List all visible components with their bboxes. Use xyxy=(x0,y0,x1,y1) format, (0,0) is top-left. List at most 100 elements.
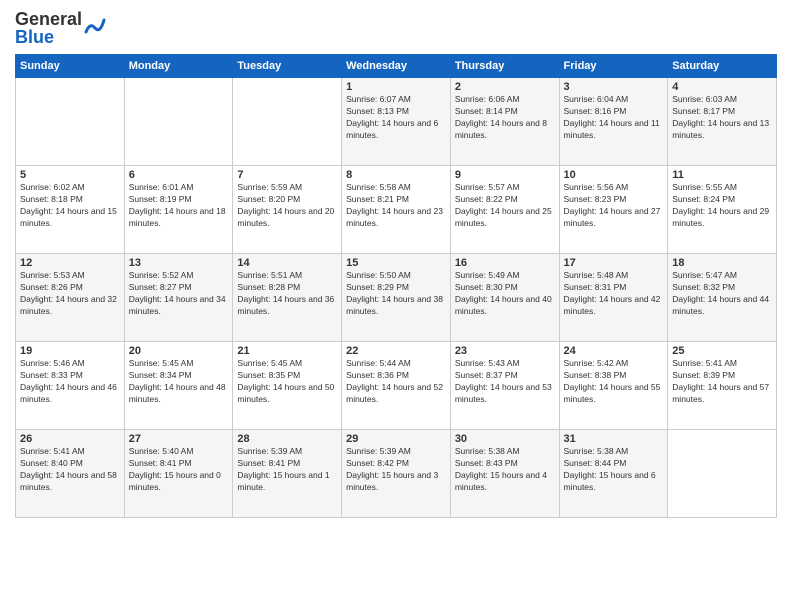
day-number: 20 xyxy=(129,345,229,357)
calendar-cell: 7Sunrise: 5:59 AMSunset: 8:20 PMDaylight… xyxy=(233,166,342,254)
calendar-cell xyxy=(124,78,233,166)
calendar-cell xyxy=(668,430,777,518)
calendar-cell: 4Sunrise: 6:03 AMSunset: 8:17 PMDaylight… xyxy=(668,78,777,166)
calendar-cell: 21Sunrise: 5:45 AMSunset: 8:35 PMDayligh… xyxy=(233,342,342,430)
day-info: Sunrise: 6:06 AMSunset: 8:14 PMDaylight:… xyxy=(455,94,555,142)
day-info: Sunrise: 5:38 AMSunset: 8:44 PMDaylight:… xyxy=(564,446,664,494)
calendar-cell: 3Sunrise: 6:04 AMSunset: 8:16 PMDaylight… xyxy=(559,78,668,166)
calendar-cell xyxy=(16,78,125,166)
calendar-cell: 11Sunrise: 5:55 AMSunset: 8:24 PMDayligh… xyxy=(668,166,777,254)
calendar-week-4: 19Sunrise: 5:46 AMSunset: 8:33 PMDayligh… xyxy=(16,342,777,430)
day-number: 4 xyxy=(672,81,772,93)
day-info: Sunrise: 6:01 AMSunset: 8:19 PMDaylight:… xyxy=(129,182,229,230)
logo-text: General Blue xyxy=(15,10,82,46)
day-number: 12 xyxy=(20,257,120,269)
weekday-header-thursday: Thursday xyxy=(450,55,559,78)
weekday-header-monday: Monday xyxy=(124,55,233,78)
day-number: 3 xyxy=(564,81,664,93)
calendar-cell: 19Sunrise: 5:46 AMSunset: 8:33 PMDayligh… xyxy=(16,342,125,430)
day-number: 9 xyxy=(455,169,555,181)
calendar-week-3: 12Sunrise: 5:53 AMSunset: 8:26 PMDayligh… xyxy=(16,254,777,342)
page-header: General Blue xyxy=(15,10,777,46)
day-info: Sunrise: 6:04 AMSunset: 8:16 PMDaylight:… xyxy=(564,94,664,142)
calendar-cell: 17Sunrise: 5:48 AMSunset: 8:31 PMDayligh… xyxy=(559,254,668,342)
calendar-cell: 20Sunrise: 5:45 AMSunset: 8:34 PMDayligh… xyxy=(124,342,233,430)
calendar-cell: 9Sunrise: 5:57 AMSunset: 8:22 PMDaylight… xyxy=(450,166,559,254)
day-info: Sunrise: 5:44 AMSunset: 8:36 PMDaylight:… xyxy=(346,358,446,406)
day-number: 22 xyxy=(346,345,446,357)
day-info: Sunrise: 5:57 AMSunset: 8:22 PMDaylight:… xyxy=(455,182,555,230)
day-info: Sunrise: 5:48 AMSunset: 8:31 PMDaylight:… xyxy=(564,270,664,318)
calendar-cell: 12Sunrise: 5:53 AMSunset: 8:26 PMDayligh… xyxy=(16,254,125,342)
calendar-cell: 27Sunrise: 5:40 AMSunset: 8:41 PMDayligh… xyxy=(124,430,233,518)
day-info: Sunrise: 5:55 AMSunset: 8:24 PMDaylight:… xyxy=(672,182,772,230)
logo: General Blue xyxy=(15,10,106,46)
calendar-cell: 1Sunrise: 6:07 AMSunset: 8:13 PMDaylight… xyxy=(342,78,451,166)
day-info: Sunrise: 5:39 AMSunset: 8:41 PMDaylight:… xyxy=(237,446,337,494)
calendar-cell: 30Sunrise: 5:38 AMSunset: 8:43 PMDayligh… xyxy=(450,430,559,518)
calendar-cell: 10Sunrise: 5:56 AMSunset: 8:23 PMDayligh… xyxy=(559,166,668,254)
day-info: Sunrise: 5:41 AMSunset: 8:40 PMDaylight:… xyxy=(20,446,120,494)
calendar-cell: 26Sunrise: 5:41 AMSunset: 8:40 PMDayligh… xyxy=(16,430,125,518)
weekday-header-sunday: Sunday xyxy=(16,55,125,78)
calendar-cell: 2Sunrise: 6:06 AMSunset: 8:14 PMDaylight… xyxy=(450,78,559,166)
day-number: 15 xyxy=(346,257,446,269)
day-number: 25 xyxy=(672,345,772,357)
day-info: Sunrise: 6:03 AMSunset: 8:17 PMDaylight:… xyxy=(672,94,772,142)
logo-container: General Blue xyxy=(15,10,106,46)
calendar-week-2: 5Sunrise: 6:02 AMSunset: 8:18 PMDaylight… xyxy=(16,166,777,254)
logo-general: General xyxy=(15,10,82,28)
calendar-cell: 24Sunrise: 5:42 AMSunset: 8:38 PMDayligh… xyxy=(559,342,668,430)
day-number: 28 xyxy=(237,433,337,445)
day-info: Sunrise: 5:52 AMSunset: 8:27 PMDaylight:… xyxy=(129,270,229,318)
calendar-cell: 16Sunrise: 5:49 AMSunset: 8:30 PMDayligh… xyxy=(450,254,559,342)
calendar-table: SundayMondayTuesdayWednesdayThursdayFrid… xyxy=(15,54,777,518)
day-number: 27 xyxy=(129,433,229,445)
day-info: Sunrise: 5:41 AMSunset: 8:39 PMDaylight:… xyxy=(672,358,772,406)
day-info: Sunrise: 5:51 AMSunset: 8:28 PMDaylight:… xyxy=(237,270,337,318)
day-number: 17 xyxy=(564,257,664,269)
calendar-page: General Blue SundayMondayTuesdayWednesda… xyxy=(0,0,792,612)
day-info: Sunrise: 5:45 AMSunset: 8:35 PMDaylight:… xyxy=(237,358,337,406)
calendar-cell: 15Sunrise: 5:50 AMSunset: 8:29 PMDayligh… xyxy=(342,254,451,342)
calendar-cell: 8Sunrise: 5:58 AMSunset: 8:21 PMDaylight… xyxy=(342,166,451,254)
day-number: 13 xyxy=(129,257,229,269)
day-number: 10 xyxy=(564,169,664,181)
weekday-header-tuesday: Tuesday xyxy=(233,55,342,78)
calendar-cell xyxy=(233,78,342,166)
day-number: 31 xyxy=(564,433,664,445)
day-info: Sunrise: 5:46 AMSunset: 8:33 PMDaylight:… xyxy=(20,358,120,406)
day-number: 29 xyxy=(346,433,446,445)
day-info: Sunrise: 5:56 AMSunset: 8:23 PMDaylight:… xyxy=(564,182,664,230)
day-number: 18 xyxy=(672,257,772,269)
day-number: 2 xyxy=(455,81,555,93)
weekday-header-row: SundayMondayTuesdayWednesdayThursdayFrid… xyxy=(16,55,777,78)
calendar-cell: 6Sunrise: 6:01 AMSunset: 8:19 PMDaylight… xyxy=(124,166,233,254)
day-number: 19 xyxy=(20,345,120,357)
weekday-header-friday: Friday xyxy=(559,55,668,78)
calendar-cell: 5Sunrise: 6:02 AMSunset: 8:18 PMDaylight… xyxy=(16,166,125,254)
day-number: 16 xyxy=(455,257,555,269)
calendar-cell: 31Sunrise: 5:38 AMSunset: 8:44 PMDayligh… xyxy=(559,430,668,518)
day-info: Sunrise: 5:50 AMSunset: 8:29 PMDaylight:… xyxy=(346,270,446,318)
day-number: 30 xyxy=(455,433,555,445)
day-number: 24 xyxy=(564,345,664,357)
calendar-cell: 29Sunrise: 5:39 AMSunset: 8:42 PMDayligh… xyxy=(342,430,451,518)
calendar-week-5: 26Sunrise: 5:41 AMSunset: 8:40 PMDayligh… xyxy=(16,430,777,518)
day-number: 14 xyxy=(237,257,337,269)
logo-wave-icon xyxy=(84,14,106,38)
day-number: 7 xyxy=(237,169,337,181)
day-info: Sunrise: 5:53 AMSunset: 8:26 PMDaylight:… xyxy=(20,270,120,318)
day-number: 8 xyxy=(346,169,446,181)
day-info: Sunrise: 5:47 AMSunset: 8:32 PMDaylight:… xyxy=(672,270,772,318)
day-info: Sunrise: 5:58 AMSunset: 8:21 PMDaylight:… xyxy=(346,182,446,230)
day-info: Sunrise: 5:59 AMSunset: 8:20 PMDaylight:… xyxy=(237,182,337,230)
calendar-cell: 13Sunrise: 5:52 AMSunset: 8:27 PMDayligh… xyxy=(124,254,233,342)
day-info: Sunrise: 5:42 AMSunset: 8:38 PMDaylight:… xyxy=(564,358,664,406)
calendar-week-1: 1Sunrise: 6:07 AMSunset: 8:13 PMDaylight… xyxy=(16,78,777,166)
day-info: Sunrise: 5:40 AMSunset: 8:41 PMDaylight:… xyxy=(129,446,229,494)
day-number: 6 xyxy=(129,169,229,181)
day-number: 1 xyxy=(346,81,446,93)
day-number: 5 xyxy=(20,169,120,181)
logo-blue: Blue xyxy=(15,28,82,46)
